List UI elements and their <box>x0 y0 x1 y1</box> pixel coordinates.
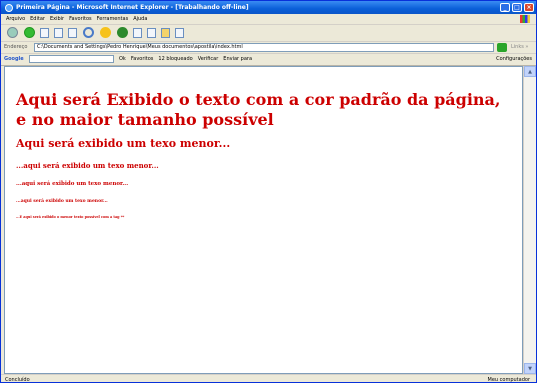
scroll-down-icon[interactable]: ▼ <box>524 363 536 374</box>
minimize-button[interactable]: _ <box>500 3 510 12</box>
heading-6: ...E aqui será exibido o menor texto pos… <box>16 215 125 219</box>
heading-1: Aqui será Exibido o texto com a cor padr… <box>16 90 501 129</box>
menu-exibir[interactable]: Exibir <box>50 16 64 22</box>
google-ok-button[interactable]: Ok <box>119 56 126 62</box>
google-toolbar: Google Ok Favoritos 12 bloqueado Verific… <box>1 53 536 66</box>
window-title: Primeira Página - Microsoft Internet Exp… <box>16 4 249 11</box>
google-favorites-button[interactable]: Favoritos <box>131 56 154 62</box>
refresh-icon[interactable] <box>54 27 63 38</box>
status-text: Concluído <box>5 376 30 383</box>
address-label: Endereço <box>4 44 28 50</box>
title-bar: Primeira Página - Microsoft Internet Exp… <box>1 1 536 14</box>
go-button[interactable] <box>497 42 507 52</box>
address-input[interactable]: C:\Documents and Settings\Pedro Henrique… <box>34 42 494 52</box>
stop-icon[interactable] <box>40 27 49 38</box>
toolbar <box>1 24 536 42</box>
menu-favoritos[interactable]: Favoritos <box>69 16 92 22</box>
home-icon[interactable] <box>68 27 77 38</box>
zone-text: Meu computador <box>487 376 530 383</box>
windows-flag-icon <box>520 15 530 23</box>
ie-logo-icon <box>5 3 13 12</box>
messenger-icon[interactable] <box>175 27 184 38</box>
print-icon[interactable] <box>147 27 156 38</box>
spell-check-button[interactable]: Verificar <box>198 56 219 62</box>
google-logo: Google <box>4 56 24 62</box>
folder-icon[interactable] <box>161 27 170 38</box>
history-icon[interactable] <box>117 27 128 38</box>
vertical-scrollbar[interactable]: ▲ ▼ <box>523 66 536 374</box>
back-icon[interactable] <box>7 27 18 38</box>
heading-2: Aqui será exibido um texo menor... <box>16 137 231 150</box>
browser-window: Primeira Página - Microsoft Internet Exp… <box>0 0 537 383</box>
popup-blocked-button[interactable]: 12 bloqueado <box>158 56 192 62</box>
mail-icon[interactable] <box>133 27 142 38</box>
links-button[interactable]: Links » <box>511 44 529 50</box>
google-search-input[interactable] <box>29 55 114 63</box>
forward-icon[interactable] <box>24 27 35 38</box>
heading-5: ...aqui será exibido um texo menor... <box>16 199 108 204</box>
menu-ferramentas[interactable]: Ferramentas <box>97 16 129 22</box>
maximize-button[interactable]: □ <box>512 3 522 12</box>
search-icon[interactable] <box>83 27 94 38</box>
page-content: Aqui será Exibido o texto com a cor padr… <box>4 66 523 374</box>
menu-arquivo[interactable]: Arquivo <box>6 16 25 22</box>
scroll-up-icon[interactable]: ▲ <box>524 66 536 77</box>
menu-editar[interactable]: Editar <box>30 16 45 22</box>
settings-button[interactable]: Configurações <box>496 56 532 62</box>
send-to-button[interactable]: Enviar para <box>223 56 252 62</box>
heading-3: ...aqui será exibido um texo menor... <box>16 161 159 170</box>
favorites-star-icon[interactable] <box>100 27 111 38</box>
heading-4: ...aqui será exibido um texo menor... <box>16 181 129 187</box>
close-button[interactable]: × <box>524 3 534 12</box>
menu-ajuda[interactable]: Ajuda <box>133 16 147 22</box>
